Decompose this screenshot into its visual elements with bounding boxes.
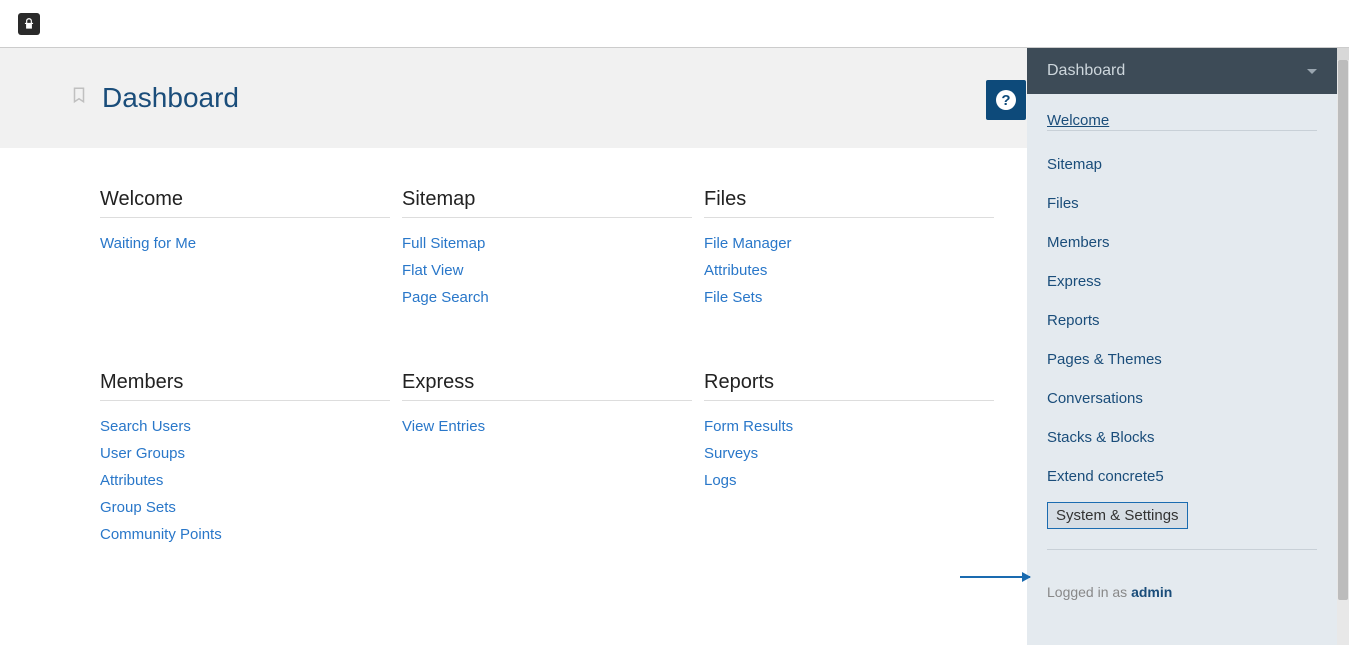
section-sitemap: Sitemap Full Sitemap Flat View Page Sear… [402, 188, 692, 311]
svg-text:?: ? [1001, 92, 1010, 109]
link-view-entries[interactable]: View Entries [402, 413, 692, 440]
panel-link-members[interactable]: Members [1047, 223, 1317, 262]
link-surveys[interactable]: Surveys [704, 440, 994, 467]
panel-title: Dashboard [1047, 62, 1125, 80]
panel-welcome-link[interactable]: Welcome [1047, 102, 1109, 147]
section-express: Express View Entries [402, 371, 692, 548]
link-waiting-for-me[interactable]: Waiting for Me [100, 230, 390, 257]
panel-divider [1047, 549, 1317, 550]
link-full-sitemap[interactable]: Full Sitemap [402, 230, 692, 257]
vertical-scrollbar[interactable] [1337, 48, 1349, 645]
help-button[interactable]: ? [986, 80, 1026, 120]
section-title: Files [704, 188, 994, 218]
link-file-sets[interactable]: File Sets [704, 284, 994, 311]
section-reports: Reports Form Results Surveys Logs [704, 371, 994, 548]
link-form-results[interactable]: Form Results [704, 413, 994, 440]
section-title: Members [100, 371, 390, 401]
app-logo[interactable] [18, 13, 40, 35]
link-page-search[interactable]: Page Search [402, 284, 692, 311]
link-file-manager[interactable]: File Manager [704, 230, 994, 257]
section-title: Reports [704, 371, 994, 401]
bookmark-icon[interactable] [70, 86, 88, 110]
panel-link-sitemap[interactable]: Sitemap [1047, 145, 1317, 184]
section-files: Files File Manager Attributes File Sets [704, 188, 994, 311]
link-community-points[interactable]: Community Points [100, 521, 390, 548]
section-title: Welcome [100, 188, 390, 218]
scrollbar-thumb[interactable] [1338, 60, 1348, 600]
caret-down-icon [1307, 69, 1317, 74]
section-members: Members Search Users User Groups Attribu… [100, 371, 390, 548]
logged-in-label: Logged in as [1047, 584, 1131, 600]
section-title: Sitemap [402, 188, 692, 218]
panel-link-pages-themes[interactable]: Pages & Themes [1047, 340, 1317, 379]
panel-link-conversations[interactable]: Conversations [1047, 379, 1317, 418]
link-user-groups[interactable]: User Groups [100, 440, 390, 467]
top-toolbar [0, 0, 1349, 48]
page-title: Dashboard [102, 82, 239, 114]
link-search-users[interactable]: Search Users [100, 413, 390, 440]
logged-in-user: admin [1131, 584, 1172, 600]
annotation-arrow [960, 576, 1030, 578]
panel-body: Welcome Sitemap Files Members Express Re… [1027, 94, 1337, 618]
panel-link-stacks-blocks[interactable]: Stacks & Blocks [1047, 418, 1317, 457]
section-title: Express [402, 371, 692, 401]
link-member-attributes[interactable]: Attributes [100, 467, 390, 494]
panel-link-express[interactable]: Express [1047, 262, 1317, 301]
dashboard-side-panel: Dashboard Welcome Sitemap Files Members … [1027, 48, 1337, 645]
link-group-sets[interactable]: Group Sets [100, 494, 390, 521]
panel-link-files[interactable]: Files [1047, 184, 1317, 223]
section-welcome: Welcome Waiting for Me [100, 188, 390, 311]
panel-link-system-settings[interactable]: System & Settings [1047, 502, 1188, 529]
link-flat-view[interactable]: Flat View [402, 257, 692, 284]
link-file-attributes[interactable]: Attributes [704, 257, 994, 284]
panel-link-extend[interactable]: Extend concrete5 [1047, 457, 1317, 496]
link-logs[interactable]: Logs [704, 467, 994, 494]
panel-header[interactable]: Dashboard [1027, 48, 1337, 94]
panel-footer: Logged in as admin [1047, 564, 1317, 600]
panel-link-reports[interactable]: Reports [1047, 301, 1317, 340]
